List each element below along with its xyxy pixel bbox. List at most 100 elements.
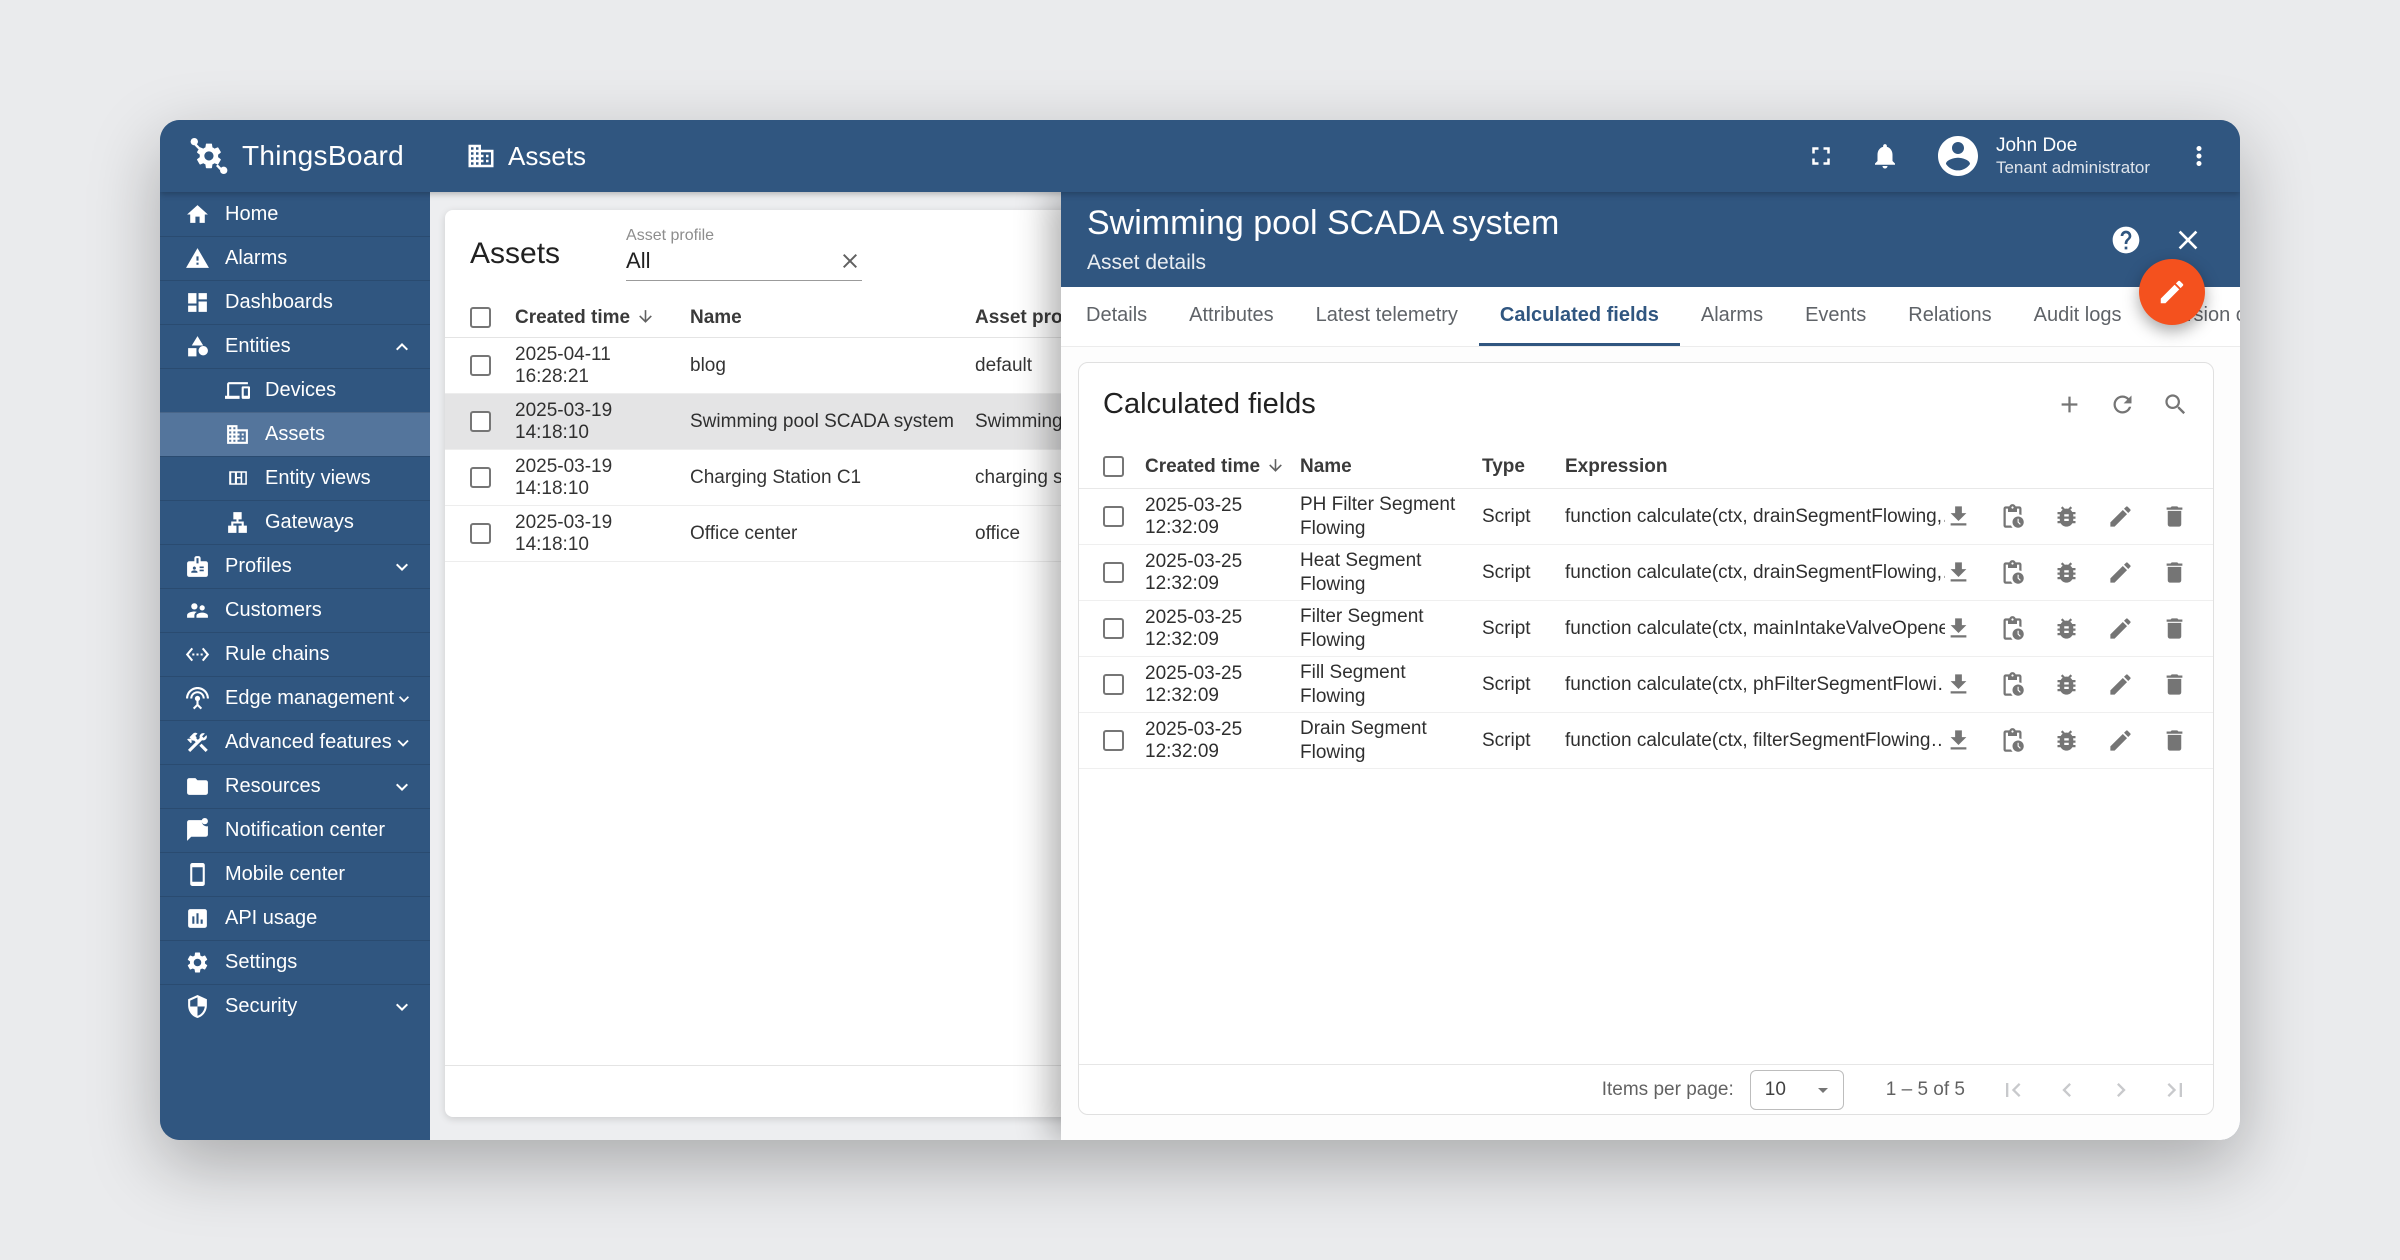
sidebar-item-security[interactable]: Security xyxy=(160,984,430,1028)
row-checkbox[interactable] xyxy=(470,411,491,432)
row-checkbox[interactable] xyxy=(1103,674,1124,695)
add-calculated-field-button[interactable] xyxy=(2056,391,2083,418)
row-checkbox[interactable] xyxy=(470,355,491,376)
edit-button[interactable] xyxy=(2107,559,2134,586)
next-page-button[interactable] xyxy=(2107,1076,2135,1104)
sidebar-item-customers[interactable]: Customers xyxy=(160,588,430,632)
row-checkbox[interactable] xyxy=(1103,618,1124,639)
tab-events[interactable]: Events xyxy=(1784,287,1887,346)
tab-relations[interactable]: Relations xyxy=(1887,287,2012,346)
download-button[interactable] xyxy=(1945,727,1972,754)
events-button[interactable] xyxy=(1999,615,2026,642)
devices-icon xyxy=(225,378,250,403)
debug-button[interactable] xyxy=(2053,503,2080,530)
user-menu[interactable]: John Doe Tenant administrator xyxy=(1934,132,2150,180)
page-size-select[interactable]: 10 xyxy=(1750,1070,1844,1110)
sidebar-item-rule-chains[interactable]: Rule chains xyxy=(160,632,430,676)
events-button[interactable] xyxy=(1999,727,2026,754)
tab-attributes[interactable]: Attributes xyxy=(1168,287,1294,346)
sidebar-item-profiles[interactable]: Profiles xyxy=(160,544,430,588)
calculated-field-row[interactable]: 2025-03-25 12:32:09 PH Filter Segment Fl… xyxy=(1079,489,2213,545)
column-type[interactable]: Type xyxy=(1482,456,1565,478)
row-checkbox[interactable] xyxy=(1103,562,1124,583)
column-name[interactable]: Name xyxy=(1300,455,1482,479)
tab-details[interactable]: Details xyxy=(1065,287,1168,346)
asset-profile-select[interactable]: All xyxy=(626,248,862,281)
delete-button[interactable] xyxy=(2161,727,2188,754)
tab-latest-telemetry[interactable]: Latest telemetry xyxy=(1295,287,1479,346)
debug-button[interactable] xyxy=(2053,559,2080,586)
sidebar-item-assets[interactable]: Assets xyxy=(160,412,430,456)
tab-audit-logs[interactable]: Audit logs xyxy=(2013,287,2143,346)
cell-expression: function calculate(ctx, phFilterSegmentF… xyxy=(1565,674,1945,696)
select-all-checkbox[interactable] xyxy=(470,307,491,328)
edit-asset-fab[interactable] xyxy=(2139,259,2205,325)
row-checkbox[interactable] xyxy=(470,467,491,488)
sidebar-item-devices[interactable]: Devices xyxy=(160,368,430,412)
debug-button[interactable] xyxy=(2053,615,2080,642)
sidebar-item-advanced-features[interactable]: Advanced features xyxy=(160,720,430,764)
last-page-button[interactable] xyxy=(2161,1076,2189,1104)
cell-type: Script xyxy=(1482,562,1565,584)
sidebar-item-alarms[interactable]: Alarms xyxy=(160,236,430,280)
row-checkbox[interactable] xyxy=(1103,730,1124,751)
calculated-field-row[interactable]: 2025-03-25 12:32:09 Drain Segment Flowin… xyxy=(1079,713,2213,769)
topbar: ThingsBoard Assets John Doe Tenant admin… xyxy=(160,120,2240,192)
sidebar-item-label: Dashboards xyxy=(225,291,333,314)
debug-button[interactable] xyxy=(2053,671,2080,698)
download-button[interactable] xyxy=(1945,559,1972,586)
clear-filter-button[interactable] xyxy=(838,249,862,273)
tab-alarms[interactable]: Alarms xyxy=(1680,287,1784,346)
column-expression[interactable]: Expression xyxy=(1565,456,1945,478)
sidebar-item-dashboards[interactable]: Dashboards xyxy=(160,280,430,324)
sidebar-item-home[interactable]: Home xyxy=(160,192,430,236)
row-checkbox[interactable] xyxy=(470,523,491,544)
sidebar-item-notification-center[interactable]: Notification center xyxy=(160,808,430,852)
refresh-button[interactable] xyxy=(2109,391,2136,418)
more-menu-button[interactable] xyxy=(2184,141,2214,171)
events-button[interactable] xyxy=(1999,503,2026,530)
first-page-button[interactable] xyxy=(1999,1076,2027,1104)
download-button[interactable] xyxy=(1945,615,1972,642)
sidebar-item-api-usage[interactable]: API usage xyxy=(160,896,430,940)
events-button[interactable] xyxy=(1999,671,2026,698)
previous-page-button[interactable] xyxy=(2053,1076,2081,1104)
calculated-field-row[interactable]: 2025-03-25 12:32:09 Fill Segment Flowing… xyxy=(1079,657,2213,713)
sidebar-item-entities[interactable]: Entities xyxy=(160,324,430,368)
calculated-field-row[interactable]: 2025-03-25 12:32:09 Heat Segment Flowing… xyxy=(1079,545,2213,601)
sidebar-item-edge-management[interactable]: Edge management xyxy=(160,676,430,720)
construction-icon xyxy=(185,730,210,755)
edit-button[interactable] xyxy=(2107,503,2134,530)
sidebar-item-settings[interactable]: Settings xyxy=(160,940,430,984)
download-button[interactable] xyxy=(1945,671,1972,698)
delete-button[interactable] xyxy=(2161,615,2188,642)
help-button[interactable] xyxy=(2110,224,2142,256)
edit-button[interactable] xyxy=(2107,727,2134,754)
close-panel-button[interactable] xyxy=(2172,224,2204,256)
edge-antenna-icon xyxy=(185,686,210,711)
sidebar-item-resources[interactable]: Resources xyxy=(160,764,430,808)
sidebar-item-gateways[interactable]: Gateways xyxy=(160,500,430,544)
pager-controls xyxy=(1999,1076,2189,1104)
fullscreen-button[interactable] xyxy=(1806,141,1836,171)
sidebar-item-mobile-center[interactable]: Mobile center xyxy=(160,852,430,896)
column-created-time[interactable]: Created time xyxy=(1145,456,1300,478)
sidebar-item-entity-views[interactable]: Entity views xyxy=(160,456,430,500)
cell-name: Filter Segment Flowing xyxy=(1300,605,1482,653)
row-checkbox[interactable] xyxy=(1103,506,1124,527)
column-created-time[interactable]: Created time xyxy=(515,307,690,329)
column-name[interactable]: Name xyxy=(690,307,975,329)
delete-button[interactable] xyxy=(2161,559,2188,586)
select-all-checkbox[interactable] xyxy=(1103,456,1124,477)
edit-button[interactable] xyxy=(2107,671,2134,698)
tab-calculated-fields[interactable]: Calculated fields xyxy=(1479,287,1680,346)
calculated-field-row[interactable]: 2025-03-25 12:32:09 Filter Segment Flowi… xyxy=(1079,601,2213,657)
notifications-button[interactable] xyxy=(1870,141,1900,171)
delete-button[interactable] xyxy=(2161,503,2188,530)
events-button[interactable] xyxy=(1999,559,2026,586)
debug-button[interactable] xyxy=(2053,727,2080,754)
download-button[interactable] xyxy=(1945,503,1972,530)
delete-button[interactable] xyxy=(2161,671,2188,698)
edit-button[interactable] xyxy=(2107,615,2134,642)
search-button[interactable] xyxy=(2162,391,2189,418)
